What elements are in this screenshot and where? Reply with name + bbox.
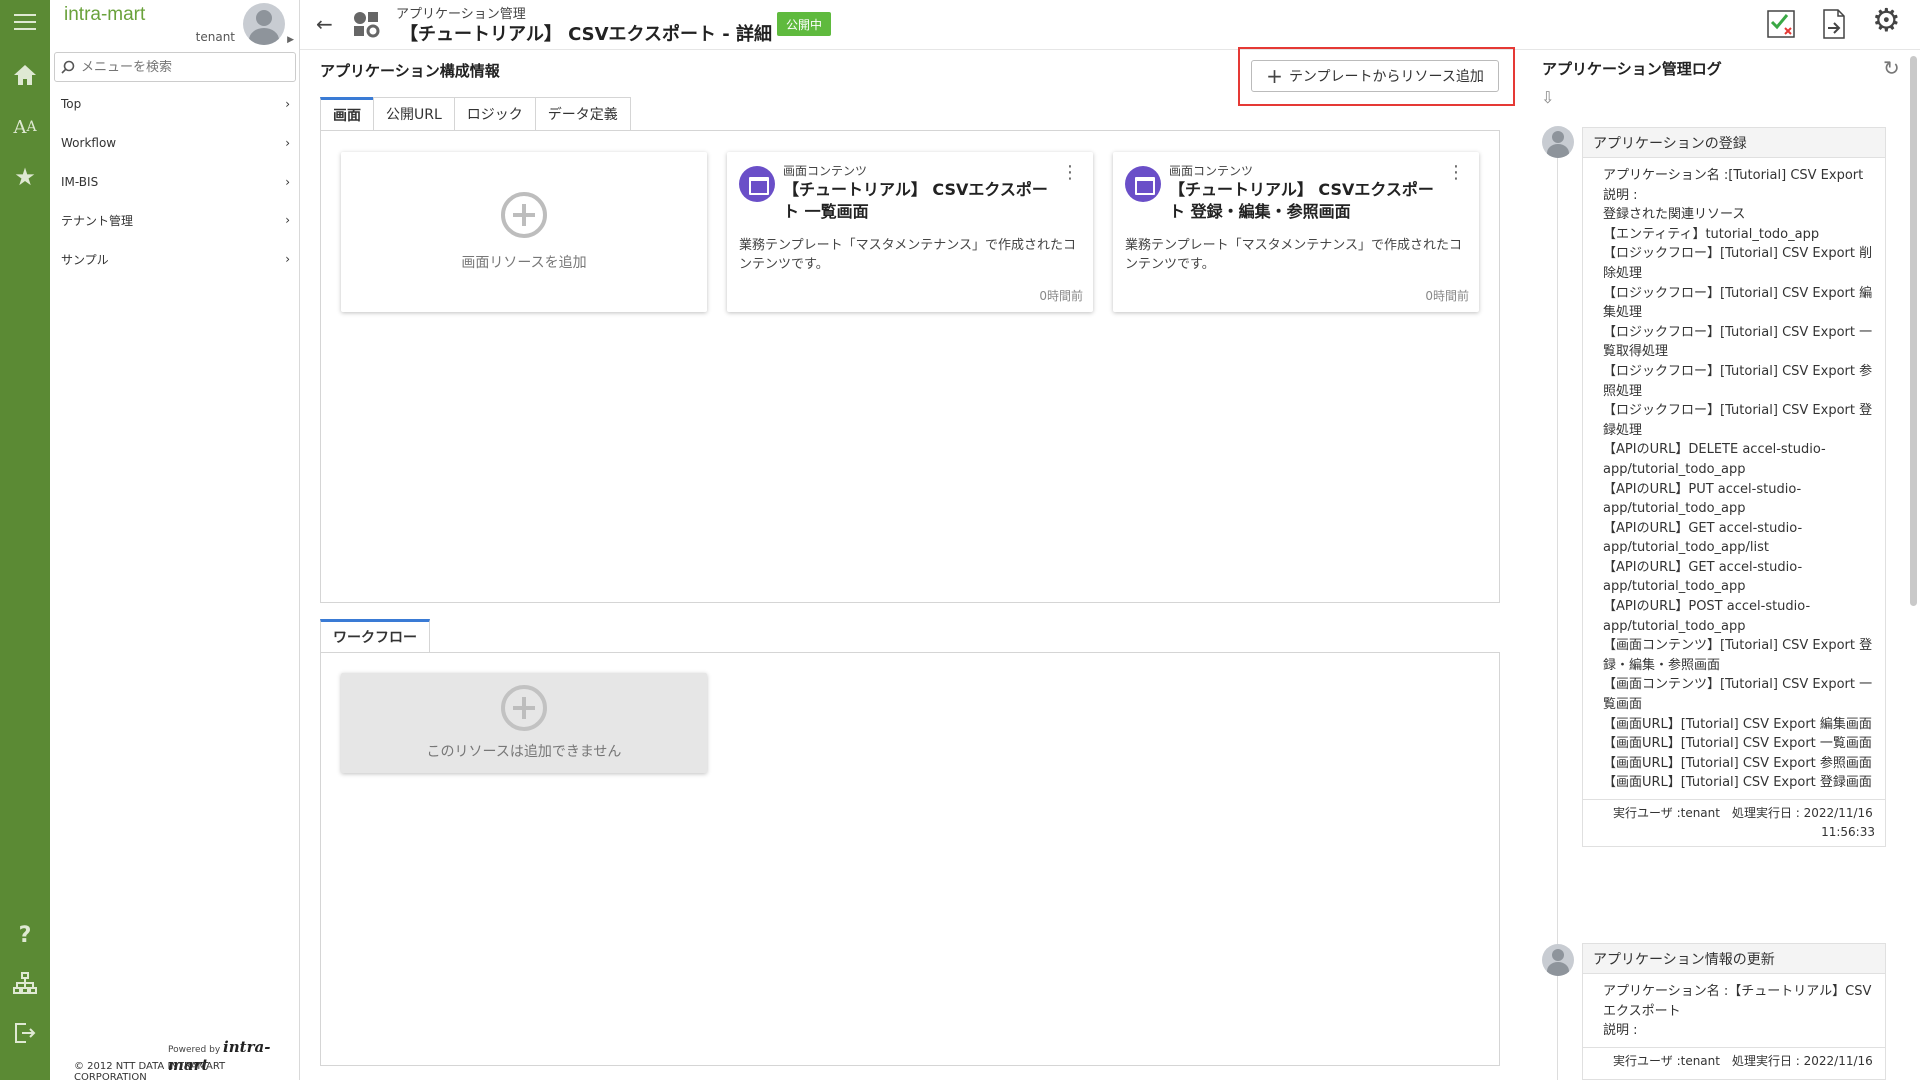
back-arrow-icon[interactable]: ← [316,12,333,36]
log-entry-footer: 実行ユーザ :tenant 処理実行日 : 2022/11/16 [1583,1046,1885,1075]
tab-data-definition[interactable]: データ定義 [534,97,631,130]
resource-tabs: 画面 公開URL ロジック データ定義 [320,97,631,130]
log-entry-body: アプリケーション名 :【チュートリアル】CSVエクスポート 説明 : [1603,984,1872,1039]
workflow-add-disabled-card: このリソースは追加できません [341,673,707,773]
chevron-right-icon: › [285,213,290,227]
star-icon[interactable]: ★ [0,157,50,197]
log-entry: アプリケーションの登録 アプリケーション名 :[Tutorial] CSV Ex… [1582,127,1886,847]
log-scrollbar-thumb[interactable] [1910,56,1917,606]
sidebar-item-workflow[interactable]: Workflow › [50,124,300,162]
export-file-icon[interactable] [1818,8,1850,40]
sort-descending-icon[interactable]: ⇩ [1541,88,1554,107]
user-avatar[interactable] [243,3,285,45]
chevron-right-icon: › [285,97,290,111]
section-title-app-config: アプリケーション構成情報 [320,62,500,80]
tab-screen[interactable]: 画面 [320,97,374,130]
log-title: アプリケーション管理ログ [1542,60,1722,78]
log-timeline [1557,150,1558,1080]
sidebar-item-im-bis[interactable]: IM-BIS › [50,163,300,201]
menu-sidebar: intra-mart tenant ▶ Top› Workflow› IM-BI… [50,0,300,1080]
resource-card-title[interactable]: 【チュートリアル】 CSVエクスポート 一覧画面 [783,179,1053,223]
refresh-icon[interactable]: ↻ [1883,56,1900,80]
screen-content-icon [1125,166,1161,202]
log-user-avatar [1542,944,1574,976]
log-entry-heading: アプリケーション情報の更新 [1583,944,1885,974]
font-size-icon[interactable]: AA [0,107,50,147]
brand-logo: intra-mart [64,4,146,25]
status-badge: 公開中 [777,12,832,36]
more-vert-icon[interactable]: ⋮ [1061,164,1079,182]
log-entry-body: アプリケーション名 :[Tutorial] CSV Export 説明 : 登録… [1603,168,1873,791]
add-screen-resource-card[interactable]: 画面リソースを追加 [341,152,707,312]
menu-search [54,52,296,82]
chevron-right-icon: › [285,136,290,150]
chevron-right-icon: › [285,175,290,189]
log-user-avatar [1542,126,1574,158]
workflow-panel: このリソースは追加できません [320,652,1500,1066]
log-entry-heading: アプリケーションの登録 [1583,128,1885,158]
header-divider [300,49,1920,50]
tab-logic[interactable]: ロジック [453,97,536,130]
add-circle-icon [501,685,547,731]
tab-public-url[interactable]: 公開URL [373,97,455,130]
menu-icon[interactable] [0,2,50,42]
search-icon [61,60,75,74]
more-vert-icon[interactable]: ⋮ [1447,164,1465,182]
plus-icon: + [1266,64,1283,88]
sidebar-item-sample[interactable]: サンプル › [50,240,300,278]
sidebar-item-top[interactable]: Top › [50,85,300,123]
copyright: © 2012 NTT DATA INTRAMART CORPORATION [74,1061,226,1080]
app-components-icon [354,12,380,38]
logout-icon[interactable] [0,1013,50,1053]
page-title: 【チュートリアル】 CSVエクスポート - 詳細 [400,24,772,45]
user-name[interactable]: tenant [196,30,235,44]
log-entry-footer: 実行ユーザ :tenant 処理実行日 : 2022/11/16 11:56:3… [1583,799,1885,846]
caret-right-icon[interactable]: ▶ [287,35,294,45]
icon-rail: AA ★ ? [0,0,50,1080]
resource-card[interactable]: 画面コンテンツ 【チュートリアル】 CSVエクスポート 一覧画面 ⋮ 業務テンプ… [727,152,1093,312]
resource-card[interactable]: 画面コンテンツ 【チュートリアル】 CSVエクスポート 登録・編集・参照画面 ⋮… [1113,152,1479,312]
home-icon[interactable] [0,55,50,95]
resource-card-title[interactable]: 【チュートリアル】 CSVエクスポート 登録・編集・参照画面 [1169,179,1439,223]
sitemap-icon[interactable] [0,963,50,1003]
screen-content-icon [739,166,775,202]
chevron-right-icon: › [285,252,290,266]
add-circle-icon [501,192,547,238]
gear-icon[interactable]: ⚙ [1872,4,1904,36]
tab-workflow[interactable]: ワークフロー [320,619,430,652]
workflow-tabs: ワークフロー [320,619,430,652]
help-icon[interactable]: ? [0,915,50,955]
checklist-icon[interactable] [1765,8,1797,40]
sidebar-item-tenant-admin[interactable]: テナント管理 › [50,201,300,239]
log-entry: アプリケーション情報の更新 アプリケーション名 :【チュートリアル】CSVエクス… [1582,943,1886,1080]
screen-resources-panel: 画面リソースを追加 画面コンテンツ 【チュートリアル】 CSVエクスポート 一覧… [320,130,1500,603]
add-from-template-button[interactable]: + テンプレートからリソース追加 [1251,60,1499,92]
menu-search-input[interactable] [81,59,281,75]
